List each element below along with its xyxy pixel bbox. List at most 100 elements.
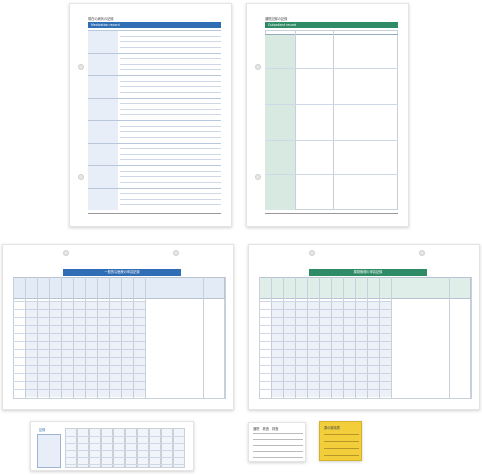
card-row-divider — [65, 436, 185, 437]
data-column-band — [37, 301, 49, 397]
card-row-divider — [65, 457, 185, 458]
data-column-band — [61, 301, 73, 397]
data-column-band — [331, 301, 343, 397]
column-divider — [391, 277, 392, 399]
card-column — [149, 428, 161, 468]
card-row-divider — [324, 448, 359, 449]
sheet-header-bar: Medication record — [88, 22, 221, 28]
row-subline — [120, 103, 221, 105]
column-divider — [225, 277, 226, 399]
header-divider — [265, 34, 398, 35]
binder-hole — [419, 250, 425, 256]
card-row-divider — [253, 457, 303, 458]
sheet-header-bar: 薬剤管理の申請記録 — [309, 269, 427, 276]
data-column-band — [319, 301, 331, 397]
row-subline — [120, 91, 221, 93]
row-subline — [120, 41, 221, 43]
column-divider — [295, 30, 296, 210]
sheet-header-bar: 一般的な医療の申請記録 — [63, 269, 181, 276]
sheet-title: 通院記録の記録 — [265, 17, 288, 21]
card-row-divider — [65, 450, 185, 451]
binder-hole — [78, 64, 84, 70]
binder-hole — [255, 64, 261, 70]
row-divider — [88, 30, 221, 31]
row-subline — [120, 198, 221, 200]
row-subline — [120, 193, 221, 195]
card-column — [89, 428, 101, 468]
table-header-row — [13, 277, 225, 299]
row-divider — [88, 75, 221, 76]
record-card-small: 通院 検査 検査 — [248, 422, 306, 462]
binder-hole — [63, 250, 69, 256]
table-header-row — [259, 277, 471, 299]
row-divider — [88, 142, 221, 144]
row-subline — [120, 204, 221, 206]
column-divider — [145, 277, 146, 399]
row-subline — [120, 46, 221, 48]
row-subline — [120, 148, 221, 150]
row-divider — [88, 52, 221, 54]
card-label-block — [37, 434, 61, 468]
record-card-long: 記録 — [30, 421, 194, 471]
data-column-band — [109, 301, 121, 397]
data-column-band — [49, 301, 61, 397]
sheet-header-bar: Outpatient record — [265, 22, 398, 28]
column-divider — [471, 277, 472, 399]
row-subline — [120, 159, 221, 161]
row-subline — [120, 80, 221, 82]
record-sheet-portrait-green: 通院記録の記録 Outpatient record — [246, 3, 409, 227]
row-subline — [120, 86, 221, 88]
card-row-divider — [253, 445, 303, 446]
data-column-band — [355, 301, 367, 397]
data-column-band — [367, 301, 379, 397]
row-subline — [120, 170, 221, 172]
binder-hole — [173, 250, 179, 256]
data-column-band — [85, 301, 97, 397]
card-column — [137, 428, 149, 468]
data-column-band — [271, 301, 283, 397]
row-subline — [120, 131, 221, 133]
binder-hole — [309, 250, 315, 256]
data-column-band — [25, 301, 37, 397]
row-subline — [120, 181, 221, 183]
row-subline — [120, 35, 221, 37]
column-divider — [203, 277, 204, 399]
sheet-title: 現在の病状の記録 — [88, 17, 114, 21]
card-column — [65, 428, 77, 468]
card-title: 記録 — [39, 428, 46, 432]
row-subline — [120, 69, 221, 71]
row-divider — [88, 97, 221, 99]
data-column-band — [307, 301, 319, 397]
card-row-divider — [65, 443, 185, 444]
card-row-divider — [324, 441, 359, 442]
card-title: 通院 検査 検査 — [253, 427, 279, 431]
row-divider — [88, 187, 221, 189]
card-column — [113, 428, 125, 468]
card-title: 薬の服用表 — [324, 426, 340, 430]
card-row-divider — [253, 439, 303, 440]
data-column-band — [73, 301, 85, 397]
card-row-divider — [65, 464, 185, 465]
record-sheet-portrait-blue: 現在の病状の記録 Medication record — [69, 3, 232, 227]
row-subline — [120, 58, 221, 60]
card-column — [161, 428, 173, 468]
data-column-band — [295, 301, 307, 397]
row-subline — [120, 136, 221, 138]
data-column-band — [379, 301, 391, 397]
column-divider — [333, 30, 334, 210]
column-divider — [449, 277, 450, 399]
card-row-divider — [324, 455, 359, 456]
card-column — [125, 428, 137, 468]
binder-hole — [78, 174, 84, 180]
card-row-divider — [253, 451, 303, 452]
row-subline — [120, 108, 221, 110]
data-column-band — [121, 301, 133, 397]
card-column — [173, 428, 185, 468]
row-divider — [88, 165, 221, 166]
data-column-band — [283, 301, 295, 397]
row-divider — [265, 68, 398, 69]
row-divider — [265, 104, 398, 105]
record-sheet-landscape-blue: 一般的な医療の申請記録 — [2, 244, 234, 410]
card-column — [77, 428, 89, 468]
row-divider — [88, 120, 221, 121]
